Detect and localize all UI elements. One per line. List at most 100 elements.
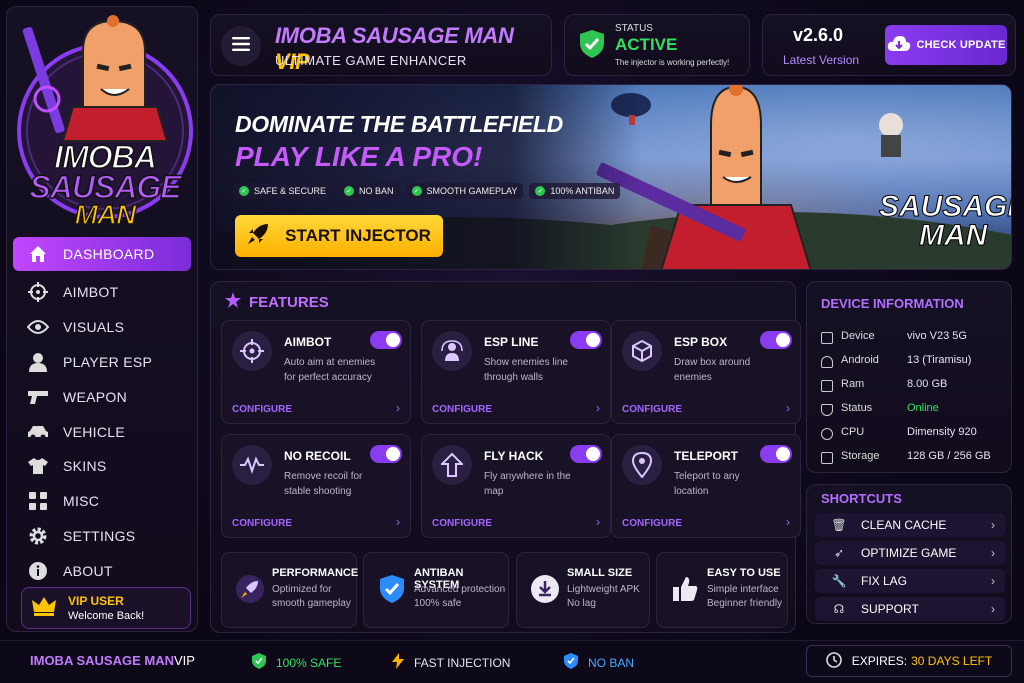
device-info-title: DEVICE INFORMATION xyxy=(821,296,964,311)
game-logo: SAUSAGEMAN xyxy=(878,191,1011,252)
feature-toggle[interactable] xyxy=(370,331,402,349)
device-row-key: CPU xyxy=(841,426,865,438)
chevron-right-icon: › xyxy=(991,574,995,588)
feature-card-fly-hack[interactable]: FLY HACK Fly anywhere in the map CONFIGU… xyxy=(421,434,611,538)
logo-text-line3: MAN xyxy=(74,198,137,231)
chevron-right-icon: › xyxy=(991,546,995,560)
hamburger-icon xyxy=(232,36,250,56)
android-icon xyxy=(821,356,833,368)
car-icon xyxy=(27,421,49,443)
version-label: Latest Version xyxy=(783,53,860,67)
app-logo: IMOBA SAUSAGE MAN xyxy=(17,11,193,235)
start-injector-button[interactable]: START INJECTOR xyxy=(235,215,443,257)
shortcut-support[interactable]: ☊ SUPPORT › xyxy=(815,597,1005,621)
rocket-icon xyxy=(232,571,268,607)
benefit-card-performance: PERFORMANCE Optimized for smooth gameplay xyxy=(221,552,358,628)
configure-link[interactable]: CONFIGURE xyxy=(432,404,492,415)
feature-toggle[interactable] xyxy=(570,445,602,463)
features-heading: FEATURES xyxy=(225,292,329,312)
shield-check-icon xyxy=(579,29,605,64)
sidebar-item-visuals[interactable]: VISUALS xyxy=(13,310,191,345)
sidebar-item-skins[interactable]: SKINS xyxy=(13,449,191,484)
thumbs-up-icon xyxy=(667,571,703,607)
configure-link[interactable]: CONFIGURE xyxy=(232,404,292,415)
sidebar-nav: DASHBOARD AIMBOT VISUALS PLAYER ESP WEAP… xyxy=(13,237,191,588)
rocket-icon xyxy=(247,223,269,250)
feature-toggle[interactable] xyxy=(370,445,402,463)
sidebar-item-label: DASHBOARD xyxy=(63,246,155,262)
benefit-desc-line2: Beginner friendly xyxy=(707,598,783,609)
sidebar-item-label: SETTINGS xyxy=(63,527,136,544)
feature-desc: Teleport to any location xyxy=(674,471,740,497)
sidebar-item-player-esp[interactable]: PLAYER ESP xyxy=(13,345,191,380)
download-icon xyxy=(527,571,563,607)
configure-link[interactable]: CONFIGURE xyxy=(232,518,292,529)
device-row-key: Device xyxy=(841,330,875,342)
hero-tag-label: NO BAN xyxy=(359,186,394,196)
feature-card-aimbot[interactable]: AIMBOT Auto aim at enemies for perfect a… xyxy=(221,320,411,424)
chevron-right-icon: › xyxy=(596,401,600,415)
user-icon xyxy=(27,351,49,373)
sidebar-item-misc[interactable]: MISC xyxy=(13,484,191,519)
eye-icon xyxy=(27,316,49,338)
star-icon xyxy=(225,292,241,312)
menu-button[interactable] xyxy=(221,26,261,66)
chevron-right-icon: › xyxy=(991,602,995,616)
feature-toggle[interactable] xyxy=(570,331,602,349)
sidebar-item-about[interactable]: ABOUT xyxy=(13,553,191,588)
check-update-button[interactable]: CHECK UPDATE xyxy=(885,25,1007,65)
lightning-icon xyxy=(392,653,404,672)
footer-safe: 100% SAFE xyxy=(252,653,341,672)
feature-name: AIMBOT xyxy=(284,335,332,349)
version-panel: v2.6.0 Latest Version CHECK UPDATE xyxy=(762,14,1016,76)
gun-icon xyxy=(27,386,49,408)
footer-brand: IMOBA SAUSAGE MAN VIP xyxy=(30,653,195,668)
arrow-up-icon xyxy=(432,445,472,485)
feature-card-no-recoil[interactable]: NO RECOIL Remove recoil for stable shoot… xyxy=(221,434,411,538)
sidebar-item-vehicle[interactable]: VEHICLE xyxy=(13,414,191,449)
shortcut-optimize-game[interactable]: ➶ OPTIMIZE GAME › xyxy=(815,541,1005,565)
configure-link[interactable]: CONFIGURE xyxy=(622,404,682,415)
feature-card-teleport[interactable]: TELEPORT Teleport to any location CONFIG… xyxy=(611,434,801,538)
feature-name: NO RECOIL xyxy=(284,449,351,463)
person-radar-icon xyxy=(432,331,472,371)
benefit-desc-line2: smooth gameplay xyxy=(272,598,351,609)
configure-link[interactable]: CONFIGURE xyxy=(622,518,682,529)
device-row-value: vivo V23 5G xyxy=(907,330,967,342)
shortcut-clean-cache[interactable]: 🗑 CLEAN CACHE › xyxy=(815,513,1005,537)
feature-desc: Show enemies line through walls xyxy=(484,357,568,383)
benefit-desc-line1: Lightweight APK xyxy=(567,584,640,595)
feature-toggle[interactable] xyxy=(760,331,792,349)
sidebar-item-label: PLAYER ESP xyxy=(63,353,153,370)
features-title: FEATURES xyxy=(249,293,329,311)
cpu-icon xyxy=(821,428,833,440)
shortcut-label: OPTIMIZE GAME xyxy=(861,546,957,560)
benefit-card-easy-to-use: EASY TO USE Simple interface Beginner fri… xyxy=(656,552,788,628)
shortcut-label: CLEAN CACHE xyxy=(861,518,947,532)
vip-user-card[interactable]: VIP USER Welcome Back! xyxy=(21,587,191,629)
shirt-icon xyxy=(27,455,49,477)
check-icon: ✓ xyxy=(535,186,546,196)
sidebar-item-weapon[interactable]: WEAPON xyxy=(13,379,191,414)
phone-icon xyxy=(821,332,833,344)
sidebar-item-aimbot[interactable]: AIMBOT xyxy=(13,275,191,310)
device-row: Ram 8.00 GB xyxy=(821,374,1001,394)
benefit-name: EASY TO USE xyxy=(707,567,781,579)
sidebar-item-settings[interactable]: SETTINGS xyxy=(13,519,191,554)
device-info-panel: DEVICE INFORMATION Device vivo V23 5G And… xyxy=(806,281,1012,473)
sidebar-item-dashboard[interactable]: DASHBOARD xyxy=(13,237,191,271)
feature-card-esp-box[interactable]: ESP BOX Draw box around enemies CONFIGUR… xyxy=(611,320,801,424)
shortcut-fix-lag[interactable]: 🔧 FIX LAG › xyxy=(815,569,1005,593)
home-icon xyxy=(27,243,49,265)
chevron-right-icon: › xyxy=(991,518,995,532)
device-row: Device vivo V23 5G xyxy=(821,326,1001,346)
hero-tags: ✓ SAFE & SECURE ✓ NO BAN ✓ SMOOTH GAMEPLAY … xyxy=(233,183,621,199)
hero-banner: DOMINATE THE BATTLEFIELD PLAY LIKE A PRO… xyxy=(210,84,1012,270)
feature-card-esp-line[interactable]: ESP LINE Show enemies line through walls… xyxy=(421,320,611,424)
chevron-right-icon: › xyxy=(786,515,790,529)
chevron-right-icon: › xyxy=(396,401,400,415)
configure-link[interactable]: CONFIGURE xyxy=(432,518,492,529)
game-logo-line2: MAN xyxy=(919,218,988,252)
benefit-desc: Lightweight APK No lag xyxy=(567,583,640,611)
feature-toggle[interactable] xyxy=(760,445,792,463)
